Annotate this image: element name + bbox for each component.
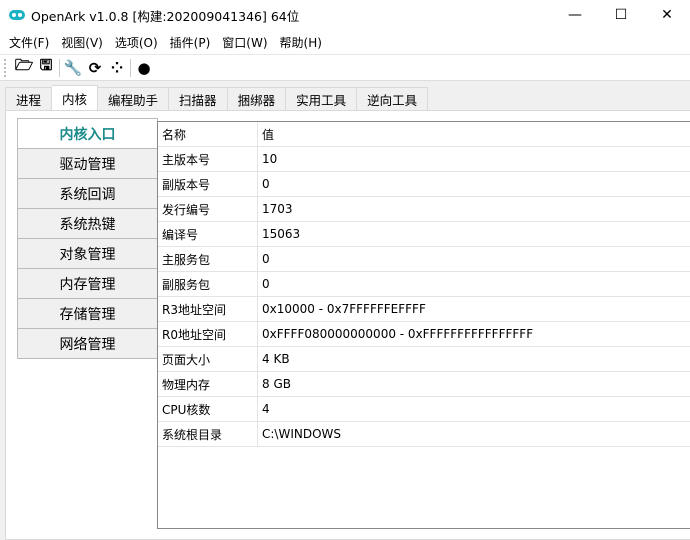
tab-5[interactable]: 实用工具 — [286, 87, 358, 111]
sidebar-item[interactable]: 系统回调 — [18, 179, 157, 209]
menu-bar: 文件(F) 视图(V) 选项(O) 插件(P) 窗口(W) 帮助(H) — [0, 30, 690, 54]
sidebar-item[interactable]: 对象管理 — [18, 239, 157, 269]
menu-item[interactable]: 帮助(H) — [274, 34, 328, 51]
toolbar: 🗁 🖫 🔧 ⟳ ⁘ ● — [0, 54, 690, 80]
table-row[interactable]: R0地址空间 0xFFFF080000000000 - 0xFFFFFFFFFFF… — [158, 322, 690, 347]
sidebar-item[interactable]: 内核入口 — [18, 119, 157, 149]
folder-open-icon[interactable]: 🗁 — [13, 56, 35, 79]
title-bar: OpenArk v1.0.8 [构建:202009041346] 64位 — ☐… — [0, 0, 690, 30]
row-name: 副服务包 — [158, 272, 258, 296]
sidebar-item[interactable]: 网络管理 — [18, 329, 157, 359]
tab-0[interactable]: 进程 — [5, 87, 53, 111]
sidebar-item[interactable]: 存储管理 — [18, 299, 157, 329]
maximize-button[interactable]: ☐ — [598, 0, 644, 30]
row-name: R0地址空间 — [158, 322, 258, 346]
table-row[interactable]: 副服务包 0 — [158, 272, 690, 297]
row-value: 8 GB — [262, 377, 291, 391]
header-value[interactable]: 值 — [258, 122, 690, 146]
row-value: 10 — [262, 152, 278, 166]
toolbar-grip[interactable] — [4, 58, 7, 77]
menu-item[interactable]: 选项(O) — [109, 34, 164, 51]
row-value: 0x10000 - 0x7FFFFFFEFFFF — [262, 302, 426, 316]
row-value: 4 — [262, 402, 270, 416]
menu-item[interactable]: 插件(P) — [164, 34, 217, 51]
window-title: OpenArk v1.0.8 [构建:202009041346] 64位 — [31, 8, 300, 24]
minimize-button[interactable]: — — [552, 0, 598, 30]
sidebar-item[interactable]: 内存管理 — [18, 269, 157, 299]
table-row[interactable]: 主版本号 10 — [158, 147, 690, 172]
table-row[interactable]: 主服务包 0 — [158, 247, 690, 272]
row-value: C:\WINDOWS — [262, 427, 342, 441]
row-name: 编译号 — [158, 222, 258, 246]
row-name: 系统根目录 — [158, 422, 258, 446]
close-button[interactable]: ✕ — [644, 0, 690, 30]
tab-bar: 进程 内核 编程助手 扫描器 捆绑器 实用工具 逆向工具 — [5, 85, 429, 111]
table-row[interactable]: 副版本号 0 — [158, 172, 690, 197]
row-value: 15063 — [262, 227, 301, 241]
menu-item[interactable]: 视图(V) — [55, 34, 109, 51]
row-value: 0 — [262, 277, 270, 291]
grid-icon[interactable]: ⁘ — [106, 57, 128, 79]
toolbar-separator — [59, 58, 60, 77]
row-name: 主服务包 — [158, 247, 258, 271]
row-name: 副版本号 — [158, 172, 258, 196]
tab-1[interactable]: 内核 — [52, 85, 99, 111]
menu-item[interactable]: 文件(F) — [3, 34, 55, 51]
row-name: 物理内存 — [158, 372, 258, 396]
toolbar-separator — [130, 58, 131, 77]
tab-4[interactable]: 捆绑器 — [227, 87, 287, 111]
menu-item[interactable]: 窗口(W) — [216, 34, 273, 51]
table-row[interactable]: R3地址空间 0x10000 - 0x7FFFFFFEFFFF — [158, 297, 690, 322]
tab-2[interactable]: 编程助手 — [98, 87, 170, 111]
wrench-icon[interactable]: 🔧 — [62, 57, 84, 79]
table-row[interactable]: 物理内存 8 GB — [158, 372, 690, 397]
table-row[interactable]: CPU核数 4 — [158, 397, 690, 422]
kernel-info-table: 名称值主版本号 10 副版本号 0 发行编号 1703 编译号 15063 主服务包 0 副服务包 0… — [157, 121, 690, 529]
table-row[interactable]: 页面大小 4 KB — [158, 347, 690, 372]
row-name: 发行编号 — [158, 197, 258, 221]
github-icon[interactable]: ● — [133, 57, 155, 79]
sidebar-item[interactable]: 系统热键 — [18, 209, 157, 239]
row-value: 0 — [262, 252, 270, 266]
row-value: 1703 — [262, 202, 293, 216]
row-name: R3地址空间 — [158, 297, 258, 321]
table-header: 名称值 — [158, 122, 690, 147]
save-icon[interactable]: 🖫 — [35, 56, 57, 79]
tab-3[interactable]: 扫描器 — [169, 87, 228, 111]
table-row[interactable]: 系统根目录 C:\WINDOWS — [158, 422, 690, 447]
table-row[interactable]: 编译号 15063 — [158, 222, 690, 247]
row-name: CPU核数 — [158, 397, 258, 421]
refresh-icon[interactable]: ⟳ — [84, 57, 106, 79]
sidebar-item[interactable]: 驱动管理 — [18, 149, 157, 179]
kernel-panel: 内核入口 驱动管理 系统回调 系统热键 对象管理 内存管理 存储管理 网络管理 名称值主版本号… — [5, 110, 690, 540]
row-value: 0xFFFF080000000000 - 0xFFFFFFFFFFFFFFFF — [262, 327, 534, 341]
tab-6[interactable]: 逆向工具 — [357, 87, 429, 111]
header-name[interactable]: 名称 — [158, 122, 258, 146]
row-value: 0 — [262, 177, 270, 191]
row-name: 主版本号 — [158, 147, 258, 171]
row-value: 4 KB — [262, 352, 290, 366]
table-row[interactable]: 发行编号 1703 — [158, 197, 690, 222]
app-logo-icon — [9, 10, 25, 20]
kernel-sidebar: 内核入口 驱动管理 系统回调 系统热键 对象管理 内存管理 存储管理 网络管理 — [17, 118, 158, 359]
row-name: 页面大小 — [158, 347, 258, 371]
